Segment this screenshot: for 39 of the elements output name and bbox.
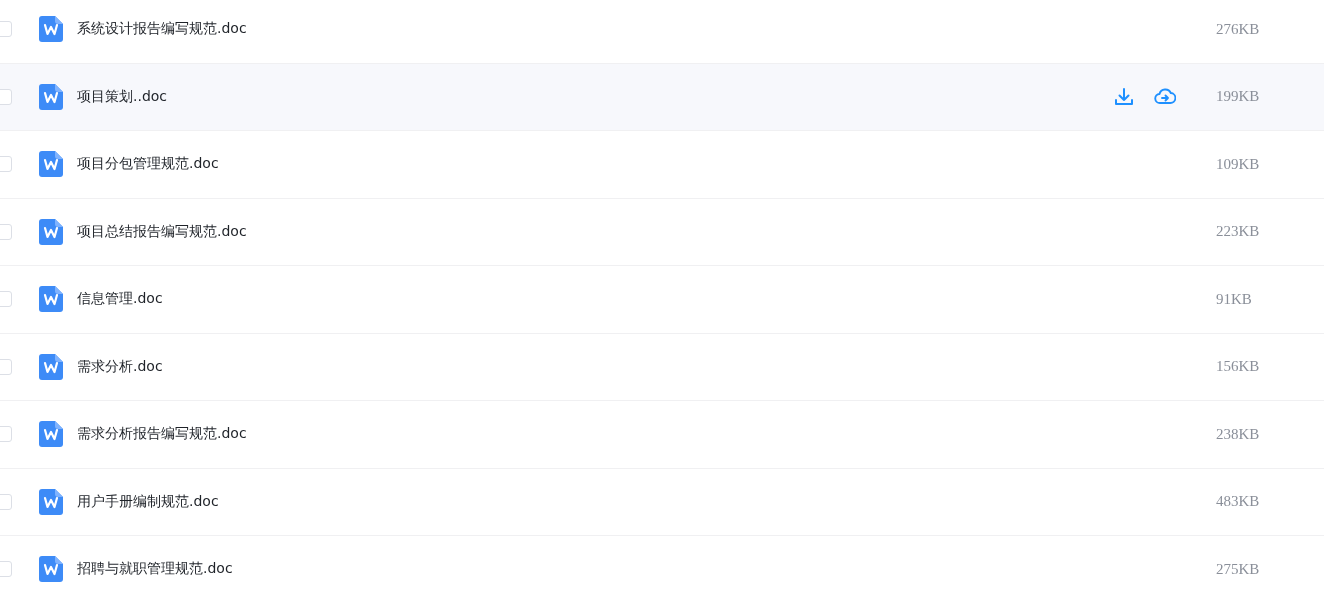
file-name[interactable]: 需求分析报告编写规范.doc <box>77 425 1114 444</box>
checkbox[interactable] <box>0 561 12 578</box>
file-row[interactable]: 项目策划..doc 199KB <box>0 63 1324 131</box>
checkbox[interactable] <box>0 426 12 443</box>
checkbox[interactable] <box>0 358 12 375</box>
file-name[interactable]: 项目分包管理规范.doc <box>77 155 1114 174</box>
word-document-icon <box>39 556 63 583</box>
file-size: 483KB <box>1216 493 1261 511</box>
word-document-icon <box>39 218 63 245</box>
checkbox[interactable] <box>0 21 12 38</box>
word-document-icon <box>39 16 63 43</box>
file-size: 109KB <box>1216 155 1261 173</box>
file-name[interactable]: 系统设计报告编写规范.doc <box>77 20 1114 39</box>
file-size: 91KB <box>1216 290 1253 308</box>
word-document-icon <box>39 421 63 448</box>
word-document-icon <box>39 286 63 313</box>
word-document-icon <box>39 353 63 380</box>
checkbox[interactable] <box>0 156 12 173</box>
file-size: 275KB <box>1216 560 1261 578</box>
file-name[interactable]: 需求分析.doc <box>77 357 1114 376</box>
file-name[interactable]: 项目策划..doc <box>77 87 1114 106</box>
word-document-icon <box>39 488 63 515</box>
cloud-upload-icon[interactable] <box>1154 86 1176 107</box>
word-document-icon <box>39 83 63 110</box>
checkbox[interactable] <box>0 88 12 105</box>
file-size: 276KB <box>1216 20 1261 38</box>
file-size: 199KB <box>1216 88 1261 106</box>
file-name[interactable]: 项目总结报告编写规范.doc <box>77 222 1114 241</box>
checkbox[interactable] <box>0 223 12 240</box>
file-size: 223KB <box>1216 223 1261 241</box>
checkbox[interactable] <box>0 291 12 308</box>
file-name[interactable]: 信息管理.doc <box>77 290 1114 309</box>
file-size: 156KB <box>1216 358 1261 376</box>
word-document-icon <box>39 151 63 178</box>
file-size: 238KB <box>1216 425 1261 443</box>
download-icon[interactable] <box>1114 86 1134 107</box>
checkbox[interactable] <box>0 493 12 510</box>
file-name[interactable]: 用户手册编制规范.doc <box>77 492 1114 511</box>
file-name[interactable]: 招聘与就职管理规范.doc <box>77 560 1114 579</box>
